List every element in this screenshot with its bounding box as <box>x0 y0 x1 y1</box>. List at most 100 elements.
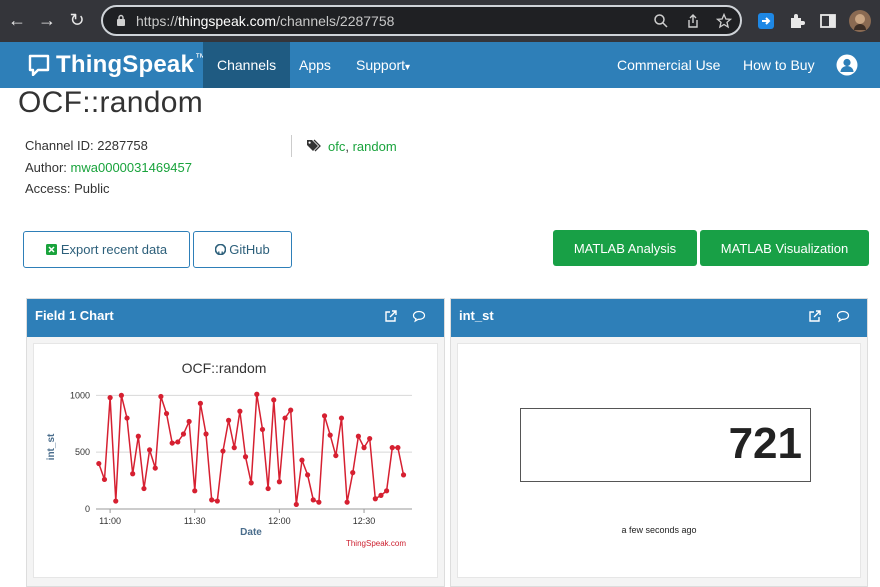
chart-y-axis-label: int_st <box>46 433 57 460</box>
data-point[interactable] <box>310 497 316 503</box>
address-bar[interactable]: https://thingspeak.com/channels/2287758 <box>101 5 742 36</box>
data-point[interactable] <box>203 431 209 437</box>
zoom-icon[interactable] <box>653 13 669 29</box>
reload-icon[interactable]: ↻ <box>66 9 88 31</box>
data-point[interactable] <box>118 392 124 398</box>
data-point[interactable] <box>107 395 113 401</box>
data-point[interactable] <box>384 488 390 494</box>
nav-support[interactable]: Support▾ <box>342 42 424 88</box>
x-tick-label: 11:30 <box>184 516 206 526</box>
external-link-icon[interactable] <box>384 309 398 323</box>
panel-header: Field 1 Chart <box>27 299 444 337</box>
data-point[interactable] <box>344 499 350 505</box>
data-point[interactable] <box>197 400 203 406</box>
data-point[interactable] <box>316 499 322 505</box>
nav-support-label: Support <box>356 57 406 73</box>
data-point[interactable] <box>130 471 136 477</box>
data-point[interactable] <box>293 501 299 508</box>
tag-ofc[interactable]: ofc <box>328 139 345 154</box>
data-point[interactable] <box>147 447 153 453</box>
data-point[interactable] <box>141 485 147 492</box>
spreadsheet-icon <box>45 244 57 255</box>
comment-icon[interactable] <box>836 309 850 323</box>
share-icon[interactable] <box>685 13 701 29</box>
data-point[interactable] <box>169 440 175 446</box>
chart-credit-link[interactable]: ThingSpeak.com <box>346 539 406 548</box>
github-button[interactable]: GitHub <box>193 231 292 268</box>
data-point[interactable] <box>367 435 373 442</box>
external-link-icon[interactable] <box>808 309 822 323</box>
panel-title: int_st <box>459 308 494 323</box>
data-point[interactable] <box>152 465 158 471</box>
data-point[interactable] <box>226 417 232 423</box>
user-account-icon[interactable] <box>836 54 858 76</box>
data-point[interactable] <box>355 433 361 439</box>
export-recent-data-button[interactable]: Export recent data <box>23 231 190 268</box>
nav-apps[interactable]: Apps <box>285 42 345 88</box>
data-point[interactable] <box>333 452 339 459</box>
access-label: Access: <box>25 181 71 196</box>
data-point[interactable] <box>175 439 181 445</box>
nav-channels-label: Channels <box>217 57 277 73</box>
data-point[interactable] <box>395 445 401 451</box>
data-point[interactable] <box>338 415 345 421</box>
data-point[interactable] <box>192 488 198 494</box>
data-point[interactable] <box>271 397 277 403</box>
comment-icon[interactable] <box>412 309 426 323</box>
data-point[interactable] <box>321 413 328 419</box>
chart-title: OCF::random <box>182 360 267 376</box>
tag-random[interactable]: random <box>353 139 397 154</box>
data-point[interactable] <box>265 485 271 492</box>
thingspeak-logo[interactable]: ThingSpeak ™ <box>28 50 206 80</box>
url-text[interactable]: https://thingspeak.com/channels/2287758 <box>136 13 394 29</box>
extension-icon[interactable] <box>756 11 776 31</box>
nav-channels[interactable]: Channels <box>203 42 291 88</box>
data-point[interactable] <box>288 407 294 413</box>
data-point[interactable] <box>248 480 254 486</box>
puzzle-icon[interactable] <box>787 11 807 31</box>
data-point[interactable] <box>209 497 215 503</box>
data-point[interactable] <box>237 408 243 414</box>
data-point[interactable] <box>299 457 305 463</box>
data-point[interactable] <box>305 472 311 478</box>
data-point[interactable] <box>327 432 333 438</box>
sidebar-icon[interactable] <box>818 11 838 31</box>
back-icon[interactable]: ← <box>6 9 28 31</box>
data-point[interactable] <box>101 476 108 483</box>
github-icon <box>215 244 227 255</box>
forward-icon[interactable]: → <box>36 9 58 31</box>
data-point[interactable] <box>163 410 170 417</box>
data-point[interactable] <box>214 498 220 504</box>
latest-value: 721 <box>728 419 802 468</box>
data-point[interactable] <box>180 431 187 437</box>
data-point[interactable] <box>259 426 266 433</box>
data-point[interactable] <box>389 445 395 451</box>
nav-how-to-buy[interactable]: How to Buy <box>729 42 829 88</box>
matlab-analysis-button[interactable]: MATLAB Analysis <box>553 230 697 266</box>
data-point[interactable] <box>378 492 384 498</box>
data-point[interactable] <box>254 391 260 397</box>
matlab-visualization-button[interactable]: MATLAB Visualization <box>700 230 869 266</box>
data-point[interactable] <box>135 433 141 439</box>
data-point[interactable] <box>242 454 249 460</box>
data-point[interactable] <box>400 472 407 478</box>
data-point[interactable] <box>350 470 356 476</box>
profile-avatar-icon[interactable] <box>849 10 871 32</box>
data-point[interactable] <box>220 448 226 454</box>
author-link[interactable]: mwa0000031469457 <box>71 160 192 175</box>
data-point[interactable] <box>96 460 102 467</box>
data-point[interactable] <box>231 445 237 451</box>
matlab-analysis-label: MATLAB Analysis <box>573 240 677 256</box>
bookmark-star-icon[interactable] <box>716 13 732 29</box>
data-point[interactable] <box>158 393 164 400</box>
data-point[interactable] <box>276 479 282 485</box>
tags-icon <box>307 139 321 152</box>
data-point[interactable] <box>186 418 192 425</box>
data-point[interactable] <box>124 415 130 421</box>
data-point[interactable] <box>282 415 288 421</box>
chevron-down-icon: ▾ <box>405 62 411 73</box>
data-point[interactable] <box>113 498 119 504</box>
data-point[interactable] <box>372 496 378 502</box>
nav-commercial-use[interactable]: Commercial Use <box>603 42 734 88</box>
data-point[interactable] <box>361 445 367 451</box>
